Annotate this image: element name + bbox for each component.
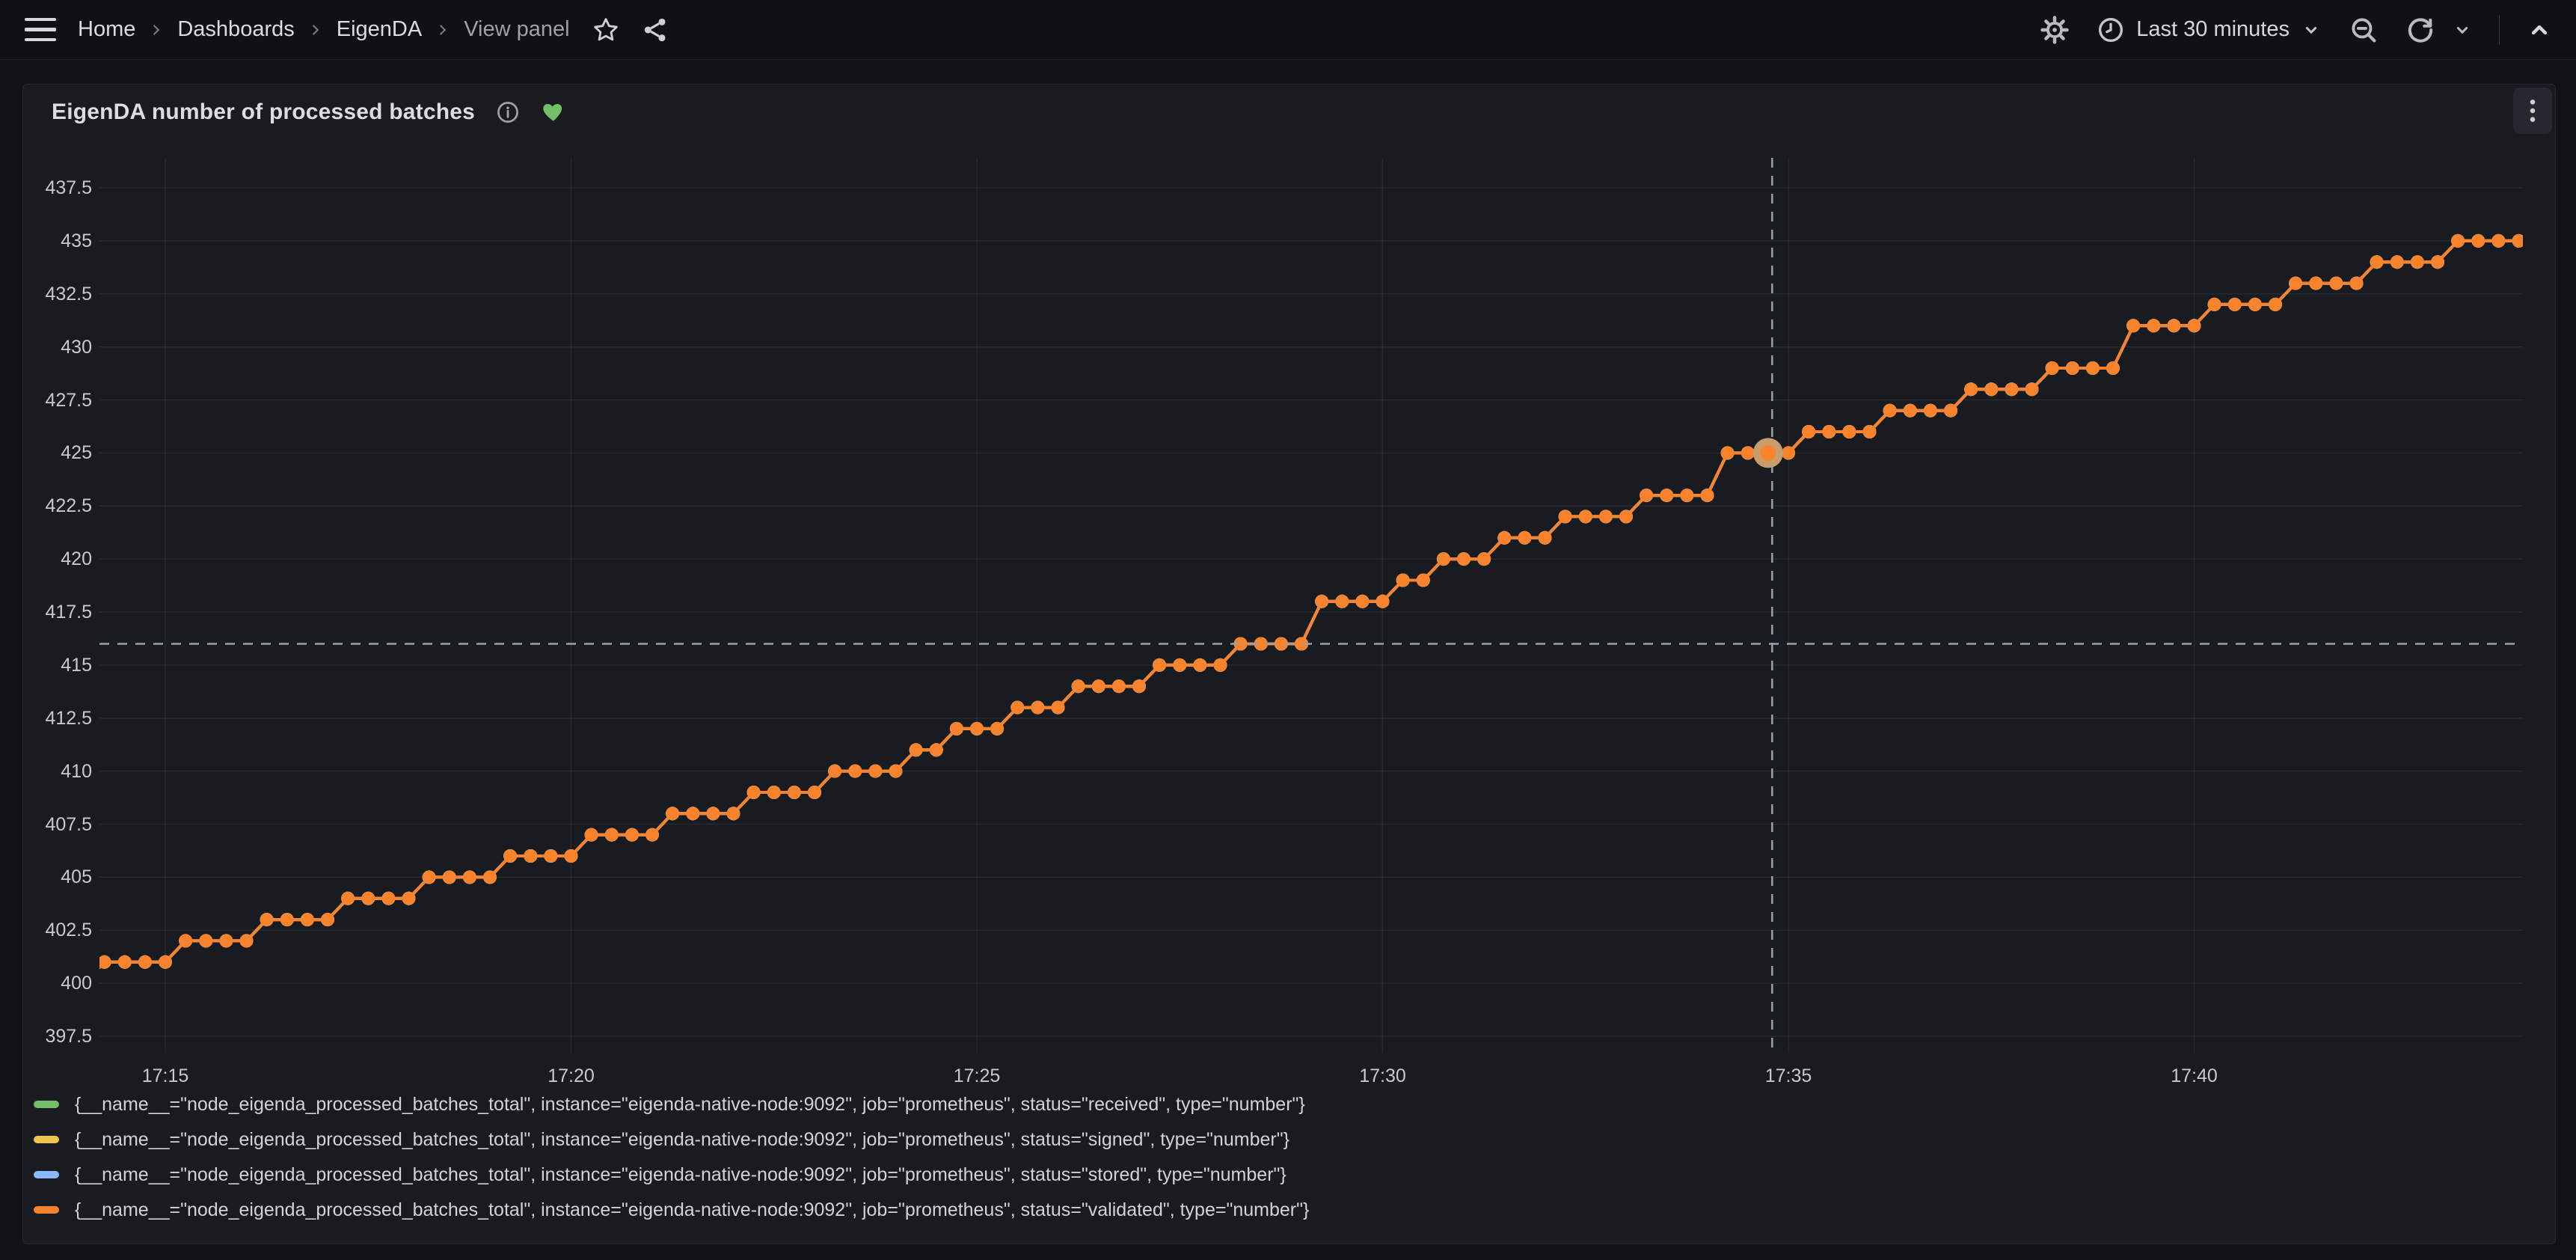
legend-color-icon: [34, 1136, 59, 1143]
breadcrumb-home[interactable]: Home: [78, 17, 135, 42]
top-navbar: Home Dashboards EigenDA View panel: [0, 0, 2576, 60]
refresh-interval-dropdown[interactable]: [2451, 19, 2474, 41]
x-axis-label: 17:20: [527, 1065, 616, 1087]
legend-label: {__name__="node_eigenda_processed_batche…: [75, 1094, 1305, 1116]
share-button[interactable]: [640, 15, 670, 45]
hamburger-icon: [25, 18, 56, 22]
legend: {__name__="node_eigenda_processed_batche…: [34, 1092, 1309, 1223]
zoom-out-icon: [2348, 14, 2379, 46]
breadcrumb-view-panel: View panel: [464, 17, 569, 42]
legend-color-icon: [34, 1101, 59, 1108]
y-axis-label: 427.5: [23, 389, 92, 412]
panel: EigenDA number of processed batches 397.…: [22, 84, 2556, 1244]
legend-label: {__name__="node_eigenda_processed_batche…: [75, 1129, 1289, 1151]
breadcrumb: Home Dashboards EigenDA View panel: [78, 17, 570, 42]
y-axis-label: 397.5: [23, 1025, 92, 1048]
topbar-actions: Last 30 minutes: [2039, 14, 2554, 46]
legend-item-stored[interactable]: {__name__="node_eigenda_processed_batche…: [34, 1162, 1309, 1187]
chevron-right-icon: [148, 22, 165, 38]
y-axis-label: 435: [23, 230, 92, 252]
legend-item-received[interactable]: {__name__="node_eigenda_processed_batche…: [34, 1092, 1309, 1117]
legend-label: {__name__="node_eigenda_processed_batche…: [75, 1164, 1287, 1186]
y-axis-label: 415: [23, 654, 92, 676]
refresh-icon: [2405, 14, 2436, 46]
star-icon: [591, 15, 621, 45]
y-axis-label: 400: [23, 972, 92, 994]
favorite-star-button[interactable]: [591, 15, 621, 45]
y-axis-label: 422.5: [23, 495, 92, 517]
x-axis-label: 17:25: [932, 1065, 1022, 1087]
legend-item-validated[interactable]: {__name__="node_eigenda_processed_batche…: [34, 1197, 1309, 1223]
toolbar-divider: [2499, 15, 2500, 45]
legend-color-icon: [34, 1171, 59, 1178]
legend-color-icon: [34, 1206, 59, 1214]
chevron-down-icon: [2300, 19, 2322, 41]
chart-area[interactable]: 397.5 400 402.5 405 407.5 410 412.5 415 417.5 420…: [23, 85, 2555, 1244]
share-icon: [640, 15, 670, 45]
refresh-dashboard-button[interactable]: [2405, 14, 2436, 46]
breadcrumb-dashboard-eigenda[interactable]: EigenDA: [337, 17, 422, 42]
y-axis-label: 417.5: [23, 601, 92, 623]
grafana-view-panel: { "topbar": { "breadcrumbs": [ {"label":…: [0, 0, 2576, 1260]
chevron-up-icon: [2525, 16, 2554, 44]
y-axis-label: 405: [23, 866, 92, 888]
breadcrumb-dashboards[interactable]: Dashboards: [177, 17, 294, 42]
zoom-out-time-button[interactable]: [2348, 14, 2379, 46]
clock-icon: [2096, 15, 2126, 45]
time-range-label: Last 30 minutes: [2136, 17, 2290, 42]
y-axis-label: 420: [23, 548, 92, 570]
x-axis-label: 17:15: [120, 1065, 210, 1087]
dashboard-settings-button[interactable]: [2039, 14, 2070, 46]
x-axis-label: 17:35: [1744, 1065, 1833, 1087]
y-axis-label: 430: [23, 336, 92, 358]
collapse-topbar-button[interactable]: [2525, 16, 2554, 44]
legend-item-signed[interactable]: {__name__="node_eigenda_processed_batche…: [34, 1127, 1309, 1152]
y-axis-label: 407.5: [23, 813, 92, 836]
y-axis-label: 437.5: [23, 177, 92, 199]
y-axis-label: 412.5: [23, 707, 92, 730]
y-axis-label: 432.5: [23, 283, 92, 305]
x-axis-label: 17:30: [1338, 1065, 1428, 1087]
gear-icon: [2039, 14, 2070, 46]
chevron-right-icon: [307, 22, 324, 38]
legend-label: {__name__="node_eigenda_processed_batche…: [75, 1199, 1309, 1221]
chevron-down-icon: [2451, 19, 2474, 41]
y-axis-label: 402.5: [23, 919, 92, 941]
y-axis-label: 410: [23, 760, 92, 783]
chevron-right-icon: [435, 22, 451, 38]
menu-toggle-button[interactable]: [22, 12, 58, 48]
y-axis-label: 425: [23, 441, 92, 464]
x-axis-label: 17:40: [2150, 1065, 2239, 1087]
time-range-picker[interactable]: Last 30 minutes: [2096, 15, 2322, 45]
